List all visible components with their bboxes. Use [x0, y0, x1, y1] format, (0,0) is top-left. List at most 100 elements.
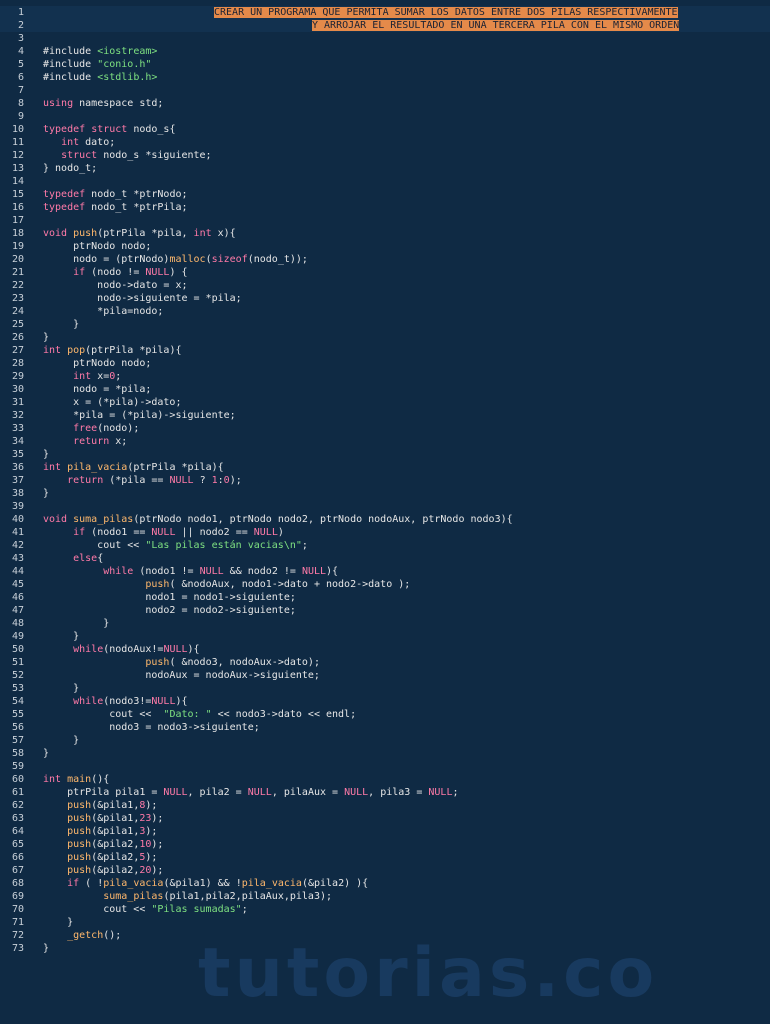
code-line[interactable]: 6 #include <stdlib.h> — [0, 71, 770, 84]
code-line[interactable]: 51 push( &nodo3, nodoAux->dato); — [0, 656, 770, 669]
code-line[interactable]: 64 push(&pila1,3); — [0, 825, 770, 838]
code-text: push(&pila1,3); — [67, 826, 158, 837]
code-line[interactable]: 33 free(nodo); — [0, 422, 770, 435]
code-line[interactable]: 7 — [0, 84, 770, 97]
code-line[interactable]: 13 } nodo_t; — [0, 162, 770, 175]
code-line[interactable]: 50 while(nodoAux!=NULL){ — [0, 643, 770, 656]
code-line[interactable]: 57 } — [0, 734, 770, 747]
code-line[interactable]: 14 — [0, 175, 770, 188]
code-editor[interactable]: 1 CREAR UN PROGRAMA QUE PERMITA SUMAR LOS… — [0, 0, 770, 1024]
code-line[interactable]: 36 int pila_vacia(ptrPila *pila){ — [0, 461, 770, 474]
code-line[interactable]: 16 typedef nodo_t *ptrPila; — [0, 201, 770, 214]
code-line[interactable]: 19 ptrNodo nodo; — [0, 240, 770, 253]
code-line[interactable]: 23 nodo->siguiente = *pila; — [0, 292, 770, 305]
code-line[interactable]: 5 #include "conio.h" — [0, 58, 770, 71]
code-line[interactable]: 25 } — [0, 318, 770, 331]
code-line[interactable]: 1 CREAR UN PROGRAMA QUE PERMITA SUMAR LOS… — [0, 6, 770, 19]
code-line[interactable]: 56 nodo3 = nodo3->siguiente; — [0, 721, 770, 734]
code-line[interactable]: 41 if (nodo1 == NULL || nodo2 == NULL) — [0, 526, 770, 539]
code-line[interactable]: 66 push(&pila2,5); — [0, 851, 770, 864]
code-line[interactable]: 32 *pila = (*pila)->siguiente; — [0, 409, 770, 422]
code-line[interactable]: 27 int pop(ptrPila *pila){ — [0, 344, 770, 357]
code-line[interactable]: 52 nodoAux = nodoAux->siguiente; — [0, 669, 770, 682]
line-number: 67 — [11, 865, 24, 876]
code-line[interactable]: 70 cout << "Pilas sumadas"; — [0, 903, 770, 916]
line-number: 14 — [11, 176, 24, 187]
line-number: 54 — [11, 696, 24, 707]
code-line[interactable]: 48 } — [0, 617, 770, 630]
code-line[interactable]: 22 nodo->dato = x; — [0, 279, 770, 292]
comment-text: Y ARROJAR EL RESULTADO EN UNA TERCERA PI… — [312, 20, 680, 31]
code-line[interactable]: 63 push(&pila1,23); — [0, 812, 770, 825]
code-line[interactable]: 28 ptrNodo nodo; — [0, 357, 770, 370]
code-text: int main(){ — [43, 774, 110, 785]
code-line[interactable]: 21 if (nodo != NULL) { — [0, 266, 770, 279]
code-line[interactable]: 10 typedef struct nodo_s{ — [0, 123, 770, 136]
code-line[interactable]: 55 cout << "Dato: " << nodo3->dato << en… — [0, 708, 770, 721]
code-line[interactable]: 37 return (*pila == NULL ? 1:0); — [0, 474, 770, 487]
code-line[interactable]: 47 nodo2 = nodo2->siguiente; — [0, 604, 770, 617]
code-line[interactable]: 29 int x=0; — [0, 370, 770, 383]
code-line[interactable]: 53 } — [0, 682, 770, 695]
line-number: 28 — [11, 358, 24, 369]
line-number: 43 — [11, 553, 24, 564]
code-line[interactable]: 24 *pila=nodo; — [0, 305, 770, 318]
code-line[interactable]: 26} — [0, 331, 770, 344]
code-line[interactable]: 44 while (nodo1 != NULL && nodo2 != NULL… — [0, 565, 770, 578]
code-line[interactable]: 38} — [0, 487, 770, 500]
code-text: push( &nodo3, nodoAux->dato); — [145, 657, 320, 668]
code-line[interactable]: 39 — [0, 500, 770, 513]
code-text: CREAR UN PROGRAMA QUE PERMITA SUMAR LOS … — [214, 6, 678, 19]
code-line[interactable]: 9 — [0, 110, 770, 123]
code-line[interactable]: 67 push(&pila2,20); — [0, 864, 770, 877]
code-line[interactable]: 68 if ( !pila_vacia(&pila1) && !pila_vac… — [0, 877, 770, 890]
code-line[interactable]: 20 nodo = (ptrNodo)malloc(sizeof(nodo_t)… — [0, 253, 770, 266]
code-line[interactable]: 30 nodo = *pila; — [0, 383, 770, 396]
code-line[interactable]: 45 push( &nodoAux, nodo1->dato + nodo2->… — [0, 578, 770, 591]
line-number: 55 — [11, 709, 24, 720]
code-line[interactable]: 43 else{ — [0, 552, 770, 565]
code-line[interactable]: 11 int dato; — [0, 136, 770, 149]
code-text: x = (*pila)->dato; — [43, 397, 182, 408]
code-line[interactable]: 4 #include <iostream> — [0, 45, 770, 58]
code-line[interactable]: 65 push(&pila2,10); — [0, 838, 770, 851]
code-line[interactable]: 3 — [0, 32, 770, 45]
line-number: 40 — [11, 514, 24, 525]
code-line[interactable]: 31 x = (*pila)->dato; — [0, 396, 770, 409]
line-number: 33 — [11, 423, 24, 434]
code-line[interactable]: 8 using namespace std; — [0, 97, 770, 110]
code-line[interactable]: 71 } — [0, 916, 770, 929]
line-number: 9 — [17, 111, 24, 122]
code-text: } — [43, 631, 80, 642]
code-line[interactable]: 34 return x; — [0, 435, 770, 448]
code-line[interactable]: 18 void push(ptrPila *pila, int x){ — [0, 227, 770, 240]
code-line[interactable]: 54 while(nodo3!=NULL){ — [0, 695, 770, 708]
code-text: } nodo_t; — [43, 163, 98, 174]
line-number: 59 — [11, 761, 24, 772]
line-number: 13 — [11, 163, 24, 174]
code-line[interactable]: 35} — [0, 448, 770, 461]
code-line[interactable]: 40 void suma_pilas(ptrNodo nodo1, ptrNodo… — [0, 513, 770, 526]
code-line[interactable]: 15 typedef nodo_t *ptrNodo; — [0, 188, 770, 201]
code-line[interactable]: 58} — [0, 747, 770, 760]
code-line[interactable]: 61 ptrPila pila1 = NULL, pila2 = NULL, p… — [0, 786, 770, 799]
code-line[interactable]: 60 int main(){ — [0, 773, 770, 786]
code-text: else{ — [73, 553, 104, 564]
code-text: push(&pila1,8); — [67, 800, 158, 811]
code-line[interactable]: 49 } — [0, 630, 770, 643]
code-line[interactable]: 46 nodo1 = nodo1->siguiente; — [0, 591, 770, 604]
code-line[interactable]: 2 Y ARROJAR EL RESULTADO EN UNA TERCERA P… — [0, 19, 770, 32]
code-line[interactable]: 59 — [0, 760, 770, 773]
line-number: 27 — [11, 345, 24, 356]
code-line[interactable]: 69 suma_pilas(pila1,pila2,pilaAux,pila3)… — [0, 890, 770, 903]
code-line[interactable]: 62 push(&pila1,8); — [0, 799, 770, 812]
code-line[interactable]: 12 struct nodo_s *siguiente; — [0, 149, 770, 162]
code-text: using namespace std; — [43, 98, 164, 109]
code-text: if (nodo != NULL) { — [73, 267, 188, 278]
code-line[interactable]: 42 cout << "Las pilas están vacias\n"; — [0, 539, 770, 552]
line-number: 37 — [11, 475, 24, 486]
line-number: 68 — [11, 878, 24, 889]
code-line[interactable]: 17 — [0, 214, 770, 227]
code-text: while(nodoAux!=NULL){ — [73, 644, 200, 655]
code-text: free(nodo); — [73, 423, 140, 434]
